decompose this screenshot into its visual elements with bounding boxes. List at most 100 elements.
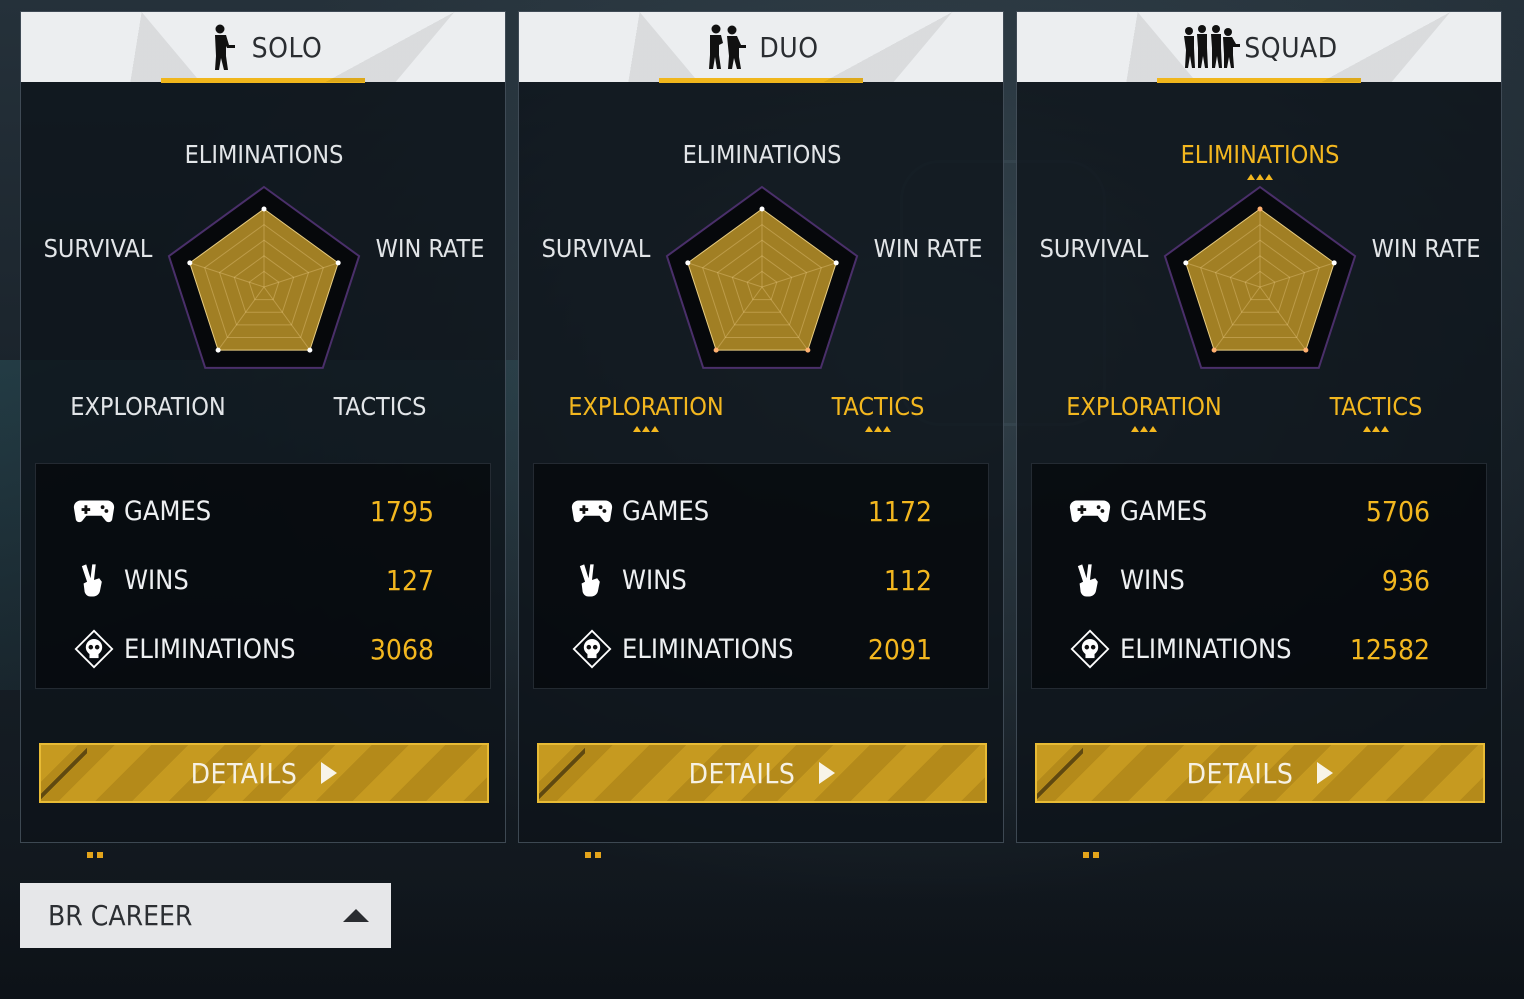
mode-title: SOLO — [251, 30, 323, 64]
stat-value: 5706 — [1365, 494, 1430, 528]
stat-label: WINS — [622, 564, 687, 596]
stat-label: GAMES — [622, 495, 710, 527]
stat-label: WINS — [1120, 564, 1185, 596]
radar-chart: ELIMINATIONS WIN RATE TACTICS EXPLORATION SU… — [1017, 122, 1503, 452]
radar-vertex — [307, 347, 313, 353]
victory-hand-icon — [1068, 558, 1112, 602]
axis-label-tactics: TACTICS — [333, 392, 427, 421]
stat-row: WINS 936 — [1032, 555, 1486, 605]
caret-up-icon — [343, 909, 369, 922]
details-button[interactable]: DETAILS — [537, 743, 987, 803]
play-icon — [321, 762, 338, 784]
page-dots — [1083, 852, 1099, 858]
axis-label-eliminations: ELIMINATIONS — [184, 140, 344, 169]
stat-row: ELIMINATIONS 3068 — [36, 624, 490, 674]
details-button[interactable]: DETAILS — [1035, 743, 1485, 803]
axis-label-win-rate: WIN RATE — [873, 234, 983, 263]
radar-vertex — [685, 260, 691, 266]
stat-label: ELIMINATIONS — [124, 633, 296, 665]
panel-header: SQUAD — [1017, 12, 1501, 83]
axis-label-eliminations: ELIMINATIONS — [1180, 140, 1340, 169]
squad-panel: SQUAD ELIMINATIONS WIN RATE TACTICS EXPLORA… — [1016, 11, 1503, 858]
soldier-silhouette-icon — [214, 24, 235, 70]
stat-row: ELIMINATIONS 2091 — [534, 624, 988, 674]
stats-box: GAMES 1795 WINS 127 ELIMINATIONS 3068 — [35, 463, 491, 689]
career-label: BR CAREER — [48, 899, 193, 932]
stat-value: 112 — [883, 563, 932, 597]
gamepad-icon — [72, 489, 116, 533]
stat-value: 1795 — [369, 494, 434, 528]
radar-vertex — [833, 260, 839, 266]
stat-value: 3068 — [369, 632, 434, 666]
highlight-marker — [1363, 426, 1389, 432]
axis-label-survival: SURVIVAL — [1039, 234, 1149, 263]
duo-panel: DUO ELIMINATIONS WIN RATE TACTICS EXPLORATI… — [518, 11, 1004, 858]
radar-vertex — [1331, 260, 1337, 266]
radar-vertex — [1303, 347, 1309, 353]
mode-title: SQUAD — [1244, 30, 1338, 64]
panel-header: SOLO — [21, 12, 505, 83]
radar-vertex — [215, 347, 221, 353]
radar-vertex — [805, 347, 811, 353]
stat-row: WINS 112 — [534, 555, 988, 605]
axis-label-exploration: EXPLORATION — [568, 392, 724, 421]
header-underline — [161, 78, 365, 83]
radar-vertex — [759, 206, 765, 212]
mode-title: DUO — [759, 30, 819, 64]
gamepad-icon — [1068, 489, 1112, 533]
stats-box: GAMES 1172 WINS 112 ELIMINATIONS 2091 — [533, 463, 989, 689]
radar-vertex — [187, 260, 193, 266]
stat-label: ELIMINATIONS — [1120, 633, 1292, 665]
axis-label-tactics: TACTICS — [831, 392, 925, 421]
radar-vertex — [335, 260, 341, 266]
br-career-dropdown[interactable]: BR CAREER — [20, 883, 391, 948]
skull-icon — [72, 627, 116, 671]
panel-header: DUO — [519, 12, 1003, 83]
header-underline — [659, 78, 863, 83]
axis-label-win-rate: WIN RATE — [1371, 234, 1481, 263]
details-label: DETAILS — [1186, 756, 1294, 790]
radar-vertex — [261, 206, 267, 212]
axis-label-exploration: EXPLORATION — [70, 392, 226, 421]
axis-label-win-rate: WIN RATE — [375, 234, 485, 263]
radar-vertex — [1183, 260, 1189, 266]
axis-label-eliminations: ELIMINATIONS — [682, 140, 842, 169]
radar-vertex — [1257, 206, 1263, 212]
stat-row: GAMES 1795 — [36, 486, 490, 536]
play-icon — [1317, 762, 1334, 784]
skull-icon — [1068, 627, 1112, 671]
radar-vertex — [713, 347, 719, 353]
details-label: DETAILS — [190, 756, 298, 790]
highlight-marker — [633, 426, 659, 432]
axis-label-exploration: EXPLORATION — [1066, 392, 1222, 421]
stats-box: GAMES 5706 WINS 936 ELIMINATIONS 12582 — [1031, 463, 1487, 689]
stat-value: 936 — [1381, 563, 1430, 597]
duo-soldiers-icon — [709, 24, 747, 69]
stat-value: 2091 — [867, 632, 932, 666]
axis-label-survival: SURVIVAL — [43, 234, 153, 263]
stat-row: WINS 127 — [36, 555, 490, 605]
page-dots — [87, 852, 103, 858]
stat-label: GAMES — [124, 495, 212, 527]
stat-value: 12582 — [1349, 632, 1430, 666]
stat-label: WINS — [124, 564, 189, 596]
radar-vertex — [1211, 347, 1217, 353]
play-icon — [819, 762, 836, 784]
stat-value: 127 — [385, 563, 434, 597]
axis-label-survival: SURVIVAL — [541, 234, 651, 263]
page-dots — [585, 852, 601, 858]
highlight-marker — [865, 426, 891, 432]
highlight-marker — [1247, 174, 1273, 180]
solo-panel: SOLO ELIMINATIONS WIN RATE TACTICS EXPLORAT… — [20, 11, 506, 858]
highlight-marker — [1131, 426, 1157, 432]
details-button[interactable]: DETAILS — [39, 743, 489, 803]
header-underline — [1157, 78, 1361, 83]
victory-hand-icon — [570, 558, 614, 602]
stat-label: GAMES — [1120, 495, 1208, 527]
stat-row: GAMES 5706 — [1032, 486, 1486, 536]
skull-icon — [570, 627, 614, 671]
axis-label-tactics: TACTICS — [1329, 392, 1423, 421]
details-label: DETAILS — [688, 756, 796, 790]
stat-value: 1172 — [867, 494, 932, 528]
stat-row: ELIMINATIONS 12582 — [1032, 624, 1486, 674]
